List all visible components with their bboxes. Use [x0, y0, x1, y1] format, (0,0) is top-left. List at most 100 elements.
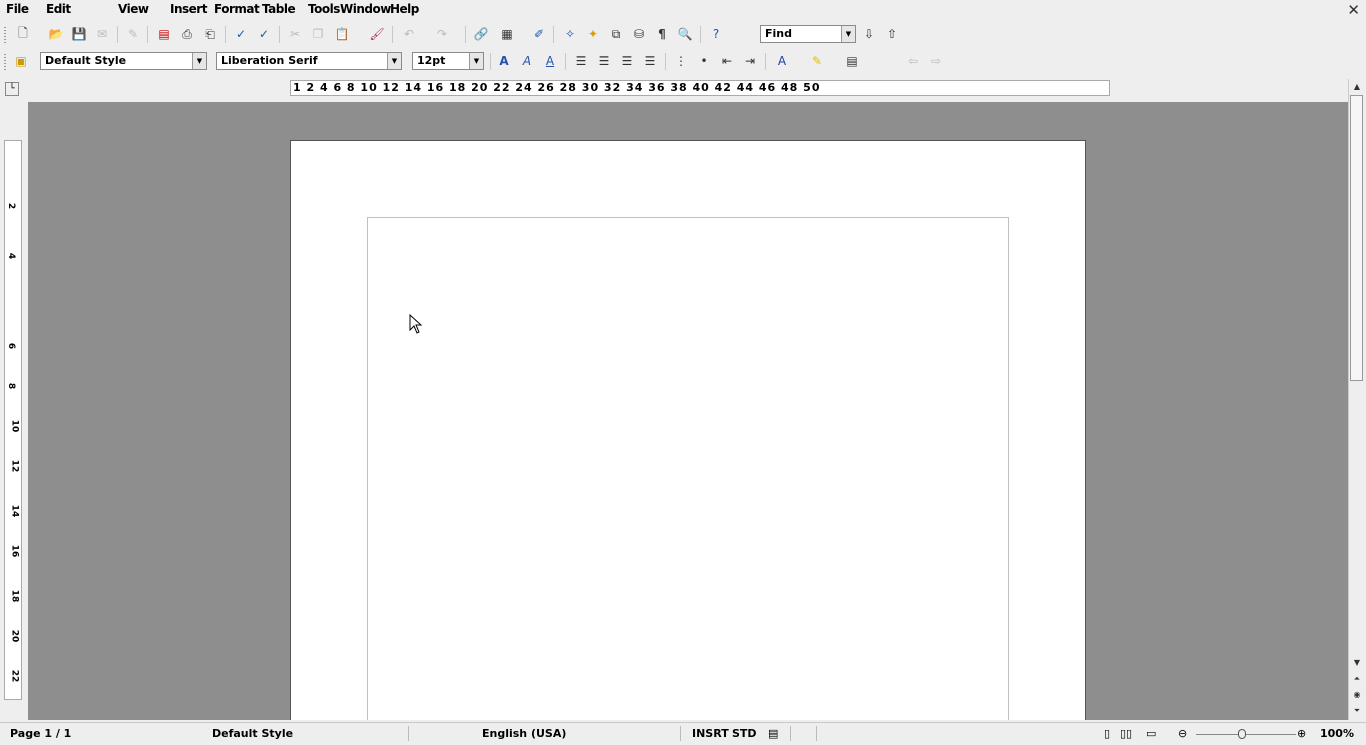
spellcheck-icon[interactable]: ✓ [232, 25, 250, 43]
data-sources-view-icon[interactable]: ⛁ [630, 25, 648, 43]
page-style[interactable]: Default Style [212, 727, 293, 740]
menu-format[interactable]: Format [214, 2, 260, 16]
vruler-mark: 2 [6, 202, 17, 210]
selection-mode[interactable]: STD [732, 727, 757, 740]
edit-file-icon[interactable]: ✎ [124, 25, 142, 43]
email-icon[interactable]: ✉ [93, 25, 111, 43]
text-area[interactable] [367, 217, 1009, 720]
cut-icon[interactable]: ✂ [286, 25, 304, 43]
highlight-icon[interactable]: ✎ [808, 52, 826, 70]
zoom-icon[interactable]: 🔍 [676, 25, 694, 43]
menu-edit[interactable]: Edit [46, 2, 71, 16]
insert-mode[interactable]: INSRT [692, 727, 729, 740]
autospell-icon[interactable]: ✓ [255, 25, 273, 43]
find-down-icon[interactable]: ⇩ [860, 25, 878, 43]
zoom-slider-track[interactable] [1196, 734, 1296, 735]
font-dropdown-icon[interactable]: ▼ [387, 53, 401, 69]
language[interactable]: English (USA) [482, 727, 566, 740]
menu-help[interactable]: Help [390, 2, 419, 16]
next-page-icon[interactable]: ⏷ [1351, 705, 1363, 717]
copy-icon[interactable]: ❐ [309, 25, 327, 43]
menu-window[interactable]: Window [340, 2, 391, 16]
redo-icon[interactable]: ↷ [433, 25, 451, 43]
find-dropdown-icon[interactable]: ▼ [841, 26, 855, 42]
decrease-indent-icon[interactable]: ⇤ [718, 52, 736, 70]
find-up-icon[interactable]: ⇧ [883, 25, 901, 43]
vruler-mark: 10 [9, 419, 20, 433]
navigation-icon[interactable]: ◉ [1351, 689, 1363, 701]
next-icon[interactable]: ⇨ [927, 52, 945, 70]
menu-insert[interactable]: Insert [170, 2, 207, 16]
italic-icon[interactable]: A [518, 52, 536, 70]
scroll-thumb[interactable] [1350, 95, 1363, 381]
formatting-toolbar: ▣ Default Style ▼ Liberation Serif ▼ 12p… [0, 49, 1366, 74]
single-page-view-icon[interactable]: ▯ [1104, 727, 1110, 740]
undo-icon[interactable]: ↶ [400, 25, 418, 43]
multi-page-view-icon[interactable]: ▯▯ [1120, 727, 1132, 740]
toolbar-grip[interactable] [4, 27, 6, 43]
zoom-percent[interactable]: 100% [1320, 727, 1354, 740]
font-name-select[interactable]: Liberation Serif ▼ [216, 52, 402, 70]
zoom-slider-knob[interactable] [1238, 729, 1246, 739]
paragraph-style-select[interactable]: Default Style ▼ [40, 52, 207, 70]
statusbar: Page 1 / 1 Default Style English (USA) I… [0, 722, 1366, 745]
table-icon[interactable]: ▦ [498, 25, 516, 43]
gallery-icon[interactable]: ✦ [584, 25, 602, 43]
bullets-icon[interactable]: • [695, 52, 713, 70]
align-left-icon[interactable]: ☰ [572, 52, 590, 70]
help-icon[interactable]: ? [707, 25, 725, 43]
find-input-value: Find [765, 27, 792, 40]
tab-stop-selector[interactable]: └ [5, 82, 19, 96]
save-icon[interactable]: 💾 [70, 25, 88, 43]
book-view-icon[interactable]: ▭ [1146, 727, 1156, 740]
scroll-down-icon[interactable]: ▼ [1351, 657, 1363, 669]
menu-file[interactable]: File [6, 2, 29, 16]
nonprinting-chars-icon[interactable]: ¶ [653, 25, 671, 43]
hyperlink-icon[interactable]: 🔗 [472, 25, 490, 43]
vruler-mark: 16 [9, 544, 20, 558]
paste-icon[interactable]: 📋 [333, 25, 351, 43]
data-sources-icon[interactable]: ⧉ [607, 25, 625, 43]
clone-formatting-icon[interactable]: 🖌 [368, 25, 386, 43]
horizontal-ruler[interactable]: 1 2 4 6 8 10 12 14 16 18 20 22 24 26 28 … [28, 79, 1348, 99]
menu-view[interactable]: View [118, 2, 149, 16]
justify-icon[interactable]: ☰ [641, 52, 659, 70]
menu-tools[interactable]: Tools [308, 2, 340, 16]
previous-page-icon[interactable]: ⏶ [1351, 673, 1363, 685]
new-icon[interactable]: 🗋 [14, 25, 32, 43]
menu-table[interactable]: Table [262, 2, 296, 16]
previous-icon[interactable]: ⇦ [904, 52, 922, 70]
vertical-ruler[interactable]: 2 4 6 8 10 12 14 16 18 20 22 [4, 140, 22, 700]
mouse-pointer-icon [409, 314, 423, 334]
navigator-icon[interactable]: ✧ [561, 25, 579, 43]
vertical-scrollbar[interactable]: ▲ ▼ ⏶ ◉ ⏷ [1348, 79, 1365, 720]
open-icon[interactable]: 📂 [47, 25, 65, 43]
font-color-icon[interactable]: A [773, 52, 791, 70]
background-color-icon[interactable]: ▤ [843, 52, 861, 70]
toolbar-grip[interactable] [4, 54, 6, 70]
close-document-icon[interactable]: ✕ [1347, 1, 1360, 19]
print-icon[interactable]: ⎙ [178, 25, 196, 43]
document-modified-icon: ▤ [768, 727, 779, 740]
zoom-in-icon[interactable]: ⊕ [1297, 727, 1306, 740]
font-name-value: Liberation Serif [221, 54, 318, 67]
scroll-up-icon[interactable]: ▲ [1351, 81, 1363, 93]
underline-icon[interactable]: A [541, 52, 559, 70]
find-input[interactable]: Find ▼ [760, 25, 856, 43]
numbering-icon[interactable]: ⋮ [672, 52, 690, 70]
print-preview-icon[interactable]: ⎗ [201, 25, 219, 43]
document-page[interactable] [290, 140, 1086, 720]
export-pdf-icon[interactable]: ▤ [155, 25, 173, 43]
size-dropdown-icon[interactable]: ▼ [469, 53, 483, 69]
style-dropdown-icon[interactable]: ▼ [192, 53, 206, 69]
align-right-icon[interactable]: ☰ [618, 52, 636, 70]
align-center-icon[interactable]: ☰ [595, 52, 613, 70]
draw-functions-icon[interactable]: ✐ [530, 25, 548, 43]
bold-icon[interactable]: A [495, 52, 513, 70]
font-size-select[interactable]: 12pt ▼ [412, 52, 484, 70]
zoom-out-icon[interactable]: ⊖ [1178, 727, 1187, 740]
vruler-mark: 20 [9, 629, 20, 643]
page-count[interactable]: Page 1 / 1 [10, 727, 71, 740]
increase-indent-icon[interactable]: ⇥ [741, 52, 759, 70]
styles-formatting-icon[interactable]: ▣ [12, 52, 30, 70]
